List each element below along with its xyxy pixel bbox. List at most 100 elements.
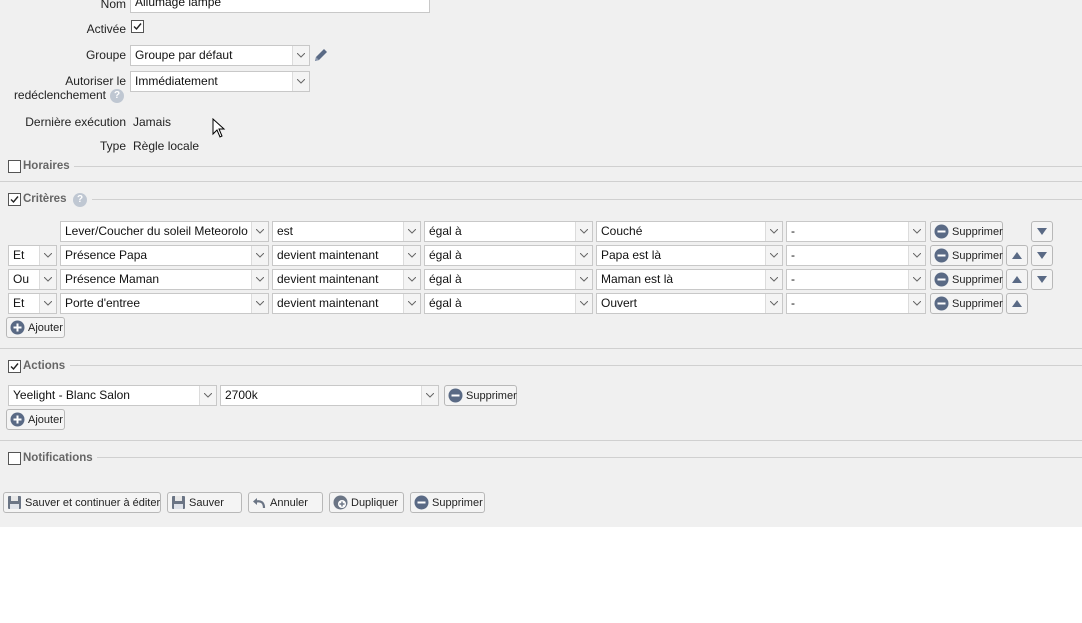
criteres-checkbox[interactable] <box>8 193 21 206</box>
action-device-select[interactable]: Yeelight - Blanc Salon <box>8 385 217 406</box>
criteria-operator-select[interactable]: égal à <box>424 293 593 314</box>
chevron-down-icon <box>908 294 925 313</box>
chevron-down-icon <box>908 246 925 265</box>
move-down-button[interactable] <box>1031 221 1053 242</box>
criteria-operator-value: égal à <box>429 248 462 262</box>
criteria-delete-button[interactable]: Supprimer <box>930 245 1003 266</box>
autoriser-label-line1: Autoriser le <box>65 74 126 88</box>
plus-circle-icon <box>10 412 25 427</box>
criteria-operator-select[interactable]: égal à <box>424 221 593 242</box>
criteria-subject-select[interactable]: Lever/Coucher du soleil Meteorolo <box>60 221 269 242</box>
criteria-subject-value: Présence Maman <box>65 272 160 286</box>
nom-input[interactable]: Allumage lampe <box>130 0 430 13</box>
triangle-up-icon <box>1012 300 1022 307</box>
criteria-verb-select[interactable]: devient maintenant <box>272 293 421 314</box>
criteria-value-select[interactable]: Ouvert <box>596 293 783 314</box>
criteria-verb-value: devient maintenant <box>277 296 379 310</box>
criteria-connector-select[interactable]: Et <box>8 245 57 266</box>
move-up-button[interactable] <box>1006 269 1028 290</box>
section-divider <box>74 166 1082 167</box>
criteria-extra-select[interactable]: - <box>786 269 926 290</box>
criteria-connector-select[interactable]: Ou <box>8 269 57 290</box>
chevron-down-icon <box>575 270 592 289</box>
add-criteria-button[interactable]: Ajouter <box>6 317 65 338</box>
chevron-down-icon <box>765 222 782 241</box>
cancel-button[interactable]: Annuler <box>248 492 323 513</box>
criteria-extra-value: - <box>791 296 795 310</box>
duplicate-label: Dupliquer <box>351 496 399 509</box>
save-continue-button[interactable]: Sauver et continuer à éditer <box>3 492 161 513</box>
chevron-down-icon <box>251 270 268 289</box>
criteria-delete-label: Supprimer <box>952 225 1003 238</box>
checkmark-icon <box>10 196 19 204</box>
criteria-subject-select[interactable]: Présence Papa <box>60 245 269 266</box>
criteria-verb-select[interactable]: devient maintenant <box>272 245 421 266</box>
chevron-down-icon <box>403 246 420 265</box>
criteria-extra-value: - <box>791 272 795 286</box>
chevron-down-icon <box>292 72 309 91</box>
move-up-button[interactable] <box>1006 293 1028 314</box>
activee-checkbox[interactable] <box>131 20 144 33</box>
derniere-execution-label: Dernière exécution <box>25 115 126 129</box>
criteria-operator-value: égal à <box>429 272 462 286</box>
delete-rule-button[interactable]: Supprimer <box>410 492 485 513</box>
criteria-value-value: Ouvert <box>601 296 638 310</box>
action-delete-button[interactable]: Supprimer <box>444 385 517 406</box>
notifications-checkbox[interactable] <box>8 452 21 465</box>
minus-circle-icon <box>934 224 949 239</box>
criteria-subject-select[interactable]: Présence Maman <box>60 269 269 290</box>
chevron-down-icon <box>199 386 216 405</box>
save-continue-label: Sauver et continuer à éditer <box>25 496 161 509</box>
chevron-down-icon <box>765 294 782 313</box>
criteria-subject-value: Lever/Coucher du soleil Meteorolo <box>65 224 248 238</box>
groupe-select[interactable]: Groupe par défaut <box>130 45 310 66</box>
help-icon[interactable]: ? <box>110 89 124 103</box>
criteria-value-select[interactable]: Maman est là <box>596 269 783 290</box>
triangle-down-icon <box>1037 252 1047 259</box>
checkmark-icon <box>133 23 142 31</box>
horaires-checkbox[interactable] <box>8 160 21 173</box>
mouse-cursor-icon <box>212 117 226 141</box>
criteria-delete-button[interactable]: Supprimer <box>930 221 1003 242</box>
criteria-connector-select[interactable]: Et <box>8 293 57 314</box>
add-action-button[interactable]: Ajouter <box>6 409 65 430</box>
minus-circle-icon <box>414 495 429 510</box>
criteria-value-select[interactable]: Couché <box>596 221 783 242</box>
duplicate-button[interactable]: Dupliquer <box>329 492 404 513</box>
save-button[interactable]: Sauver <box>167 492 242 513</box>
criteria-delete-label: Supprimer <box>952 273 1003 286</box>
chevron-down-icon <box>765 270 782 289</box>
actions-checkbox[interactable] <box>8 360 21 373</box>
criteria-subject-select[interactable]: Porte d'entree <box>60 293 269 314</box>
edit-pencil-icon[interactable] <box>313 47 329 63</box>
criteria-delete-label: Supprimer <box>952 297 1003 310</box>
minus-circle-icon <box>448 388 463 403</box>
move-down-button[interactable] <box>1031 245 1053 266</box>
criteria-verb-select[interactable]: devient maintenant <box>272 269 421 290</box>
criteria-verb-select[interactable]: est <box>272 221 421 242</box>
move-up-button[interactable] <box>1006 245 1028 266</box>
criteria-value-select[interactable]: Papa est là <box>596 245 783 266</box>
cancel-label: Annuler <box>270 496 308 509</box>
move-down-button[interactable] <box>1031 269 1053 290</box>
criteria-verb-value: devient maintenant <box>277 272 379 286</box>
criteria-delete-label: Supprimer <box>952 249 1003 262</box>
criteria-delete-button[interactable]: Supprimer <box>930 269 1003 290</box>
criteria-extra-select[interactable]: - <box>786 245 926 266</box>
criteria-operator-select[interactable]: égal à <box>424 245 593 266</box>
chevron-down-icon <box>575 222 592 241</box>
groupe-label: Groupe <box>85 48 126 62</box>
help-icon[interactable]: ? <box>73 193 87 207</box>
action-value-select[interactable]: 2700k <box>220 385 439 406</box>
delete-rule-label: Supprimer <box>432 496 483 509</box>
notifications-section-title: Notifications <box>23 452 93 464</box>
redeclenchement-select[interactable]: Immédiatement <box>130 71 310 92</box>
criteria-operator-select[interactable]: égal à <box>424 269 593 290</box>
criteria-extra-select[interactable]: - <box>786 221 926 242</box>
criteria-delete-button[interactable]: Supprimer <box>930 293 1003 314</box>
triangle-down-icon <box>1037 228 1047 235</box>
criteria-value-value: Papa est là <box>601 248 662 262</box>
minus-circle-icon <box>934 296 949 311</box>
derniere-execution-value: Jamais <box>133 115 172 129</box>
criteria-extra-select[interactable]: - <box>786 293 926 314</box>
